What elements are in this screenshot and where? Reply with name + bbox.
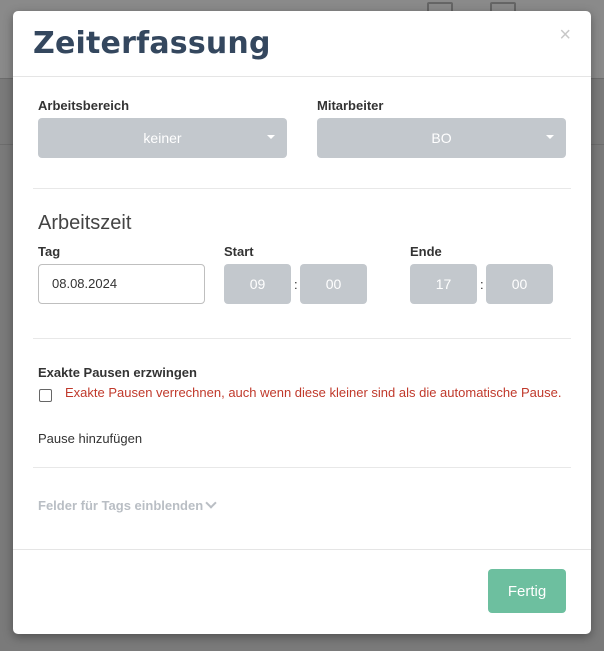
divider [33, 338, 571, 339]
add-pause-link[interactable]: Pause hinzufügen [38, 431, 142, 446]
divider [33, 188, 571, 189]
mitarbeiter-label: Mitarbeiter [317, 98, 384, 113]
ende-label: Ende [410, 244, 442, 259]
footer-divider [13, 549, 591, 550]
tags-toggle-link[interactable]: Felder für Tags einblenden [38, 497, 217, 513]
mitarbeiter-select[interactable]: BO [317, 118, 566, 158]
mitarbeiter-value: BO [431, 130, 452, 146]
time-separator: : [294, 277, 298, 292]
exakte-pausen-label: Exakte Pausen erzwingen [38, 365, 197, 380]
exakte-pausen-description: Exakte Pausen verrechnen, auch wenn dies… [65, 385, 562, 400]
close-icon[interactable]: × [559, 25, 571, 45]
arbeitsbereich-label: Arbeitsbereich [38, 98, 130, 113]
divider [33, 467, 571, 468]
caret-down-icon [546, 135, 554, 139]
exakte-pausen-checkbox[interactable] [39, 389, 52, 402]
modal-title: Zeiterfassung [33, 26, 271, 61]
section-title-arbeitszeit: Arbeitszeit [38, 212, 132, 234]
start-hour-input[interactable]: 09 [224, 264, 291, 304]
start-minute-input[interactable]: 00 [300, 264, 367, 304]
done-button[interactable]: Fertig [488, 569, 566, 613]
modal-header: Zeiterfassung × [13, 11, 591, 77]
chevron-down-icon [205, 497, 217, 509]
arbeitsbereich-value: keiner [143, 130, 182, 146]
end-minute-input[interactable]: 00 [486, 264, 553, 304]
start-label: Start [224, 244, 254, 259]
date-input[interactable]: 08.08.2024 [38, 264, 205, 304]
arbeitsbereich-select[interactable]: keiner [38, 118, 287, 158]
end-hour-input[interactable]: 17 [410, 264, 477, 304]
tags-toggle-label: Felder für Tags einblenden [38, 498, 204, 513]
time-entry-modal: Zeiterfassung × Arbeitsbereich keiner Mi… [13, 11, 591, 634]
tag-label: Tag [38, 244, 61, 259]
caret-down-icon [267, 135, 275, 139]
time-separator: : [480, 277, 484, 292]
